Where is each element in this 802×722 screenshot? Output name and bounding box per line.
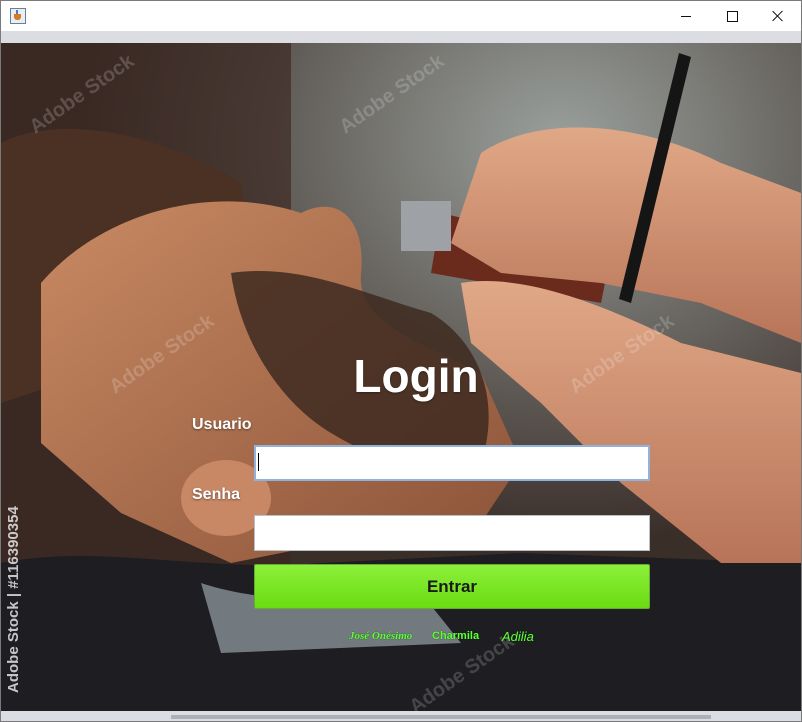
credit-name: Charmila — [432, 630, 480, 642]
password-label: Senha — [192, 486, 241, 503]
text-caret — [258, 453, 259, 471]
close-icon — [772, 10, 784, 22]
login-title: Login — [353, 350, 479, 402]
minimize-icon — [681, 15, 691, 17]
java-coffee-icon — [10, 8, 26, 24]
minimize-button[interactable] — [663, 1, 709, 31]
horizontal-scrollbar[interactable] — [171, 715, 711, 719]
login-panel: Adobe Stock Adobe Stock Adobe Stock Adob… — [1, 43, 801, 711]
app-window: Adobe Stock Adobe Stock Adobe Stock Adob… — [0, 0, 802, 722]
username-label: Usuario — [192, 416, 252, 433]
username-input[interactable] — [254, 445, 650, 481]
bottom-strip — [1, 711, 801, 721]
entrar-button[interactable]: Entrar — [254, 564, 650, 609]
stock-watermark: Adobe Stock | #116390354 — [5, 506, 22, 693]
password-input[interactable] — [254, 515, 650, 551]
credit-name: José Onésimo — [349, 630, 413, 642]
title-bar — [1, 1, 801, 31]
top-menu-strip — [1, 31, 801, 43]
credit-name: Adilia — [502, 629, 534, 644]
close-button[interactable] — [755, 1, 801, 31]
maximize-icon — [726, 10, 738, 22]
maximize-button[interactable] — [709, 1, 755, 31]
